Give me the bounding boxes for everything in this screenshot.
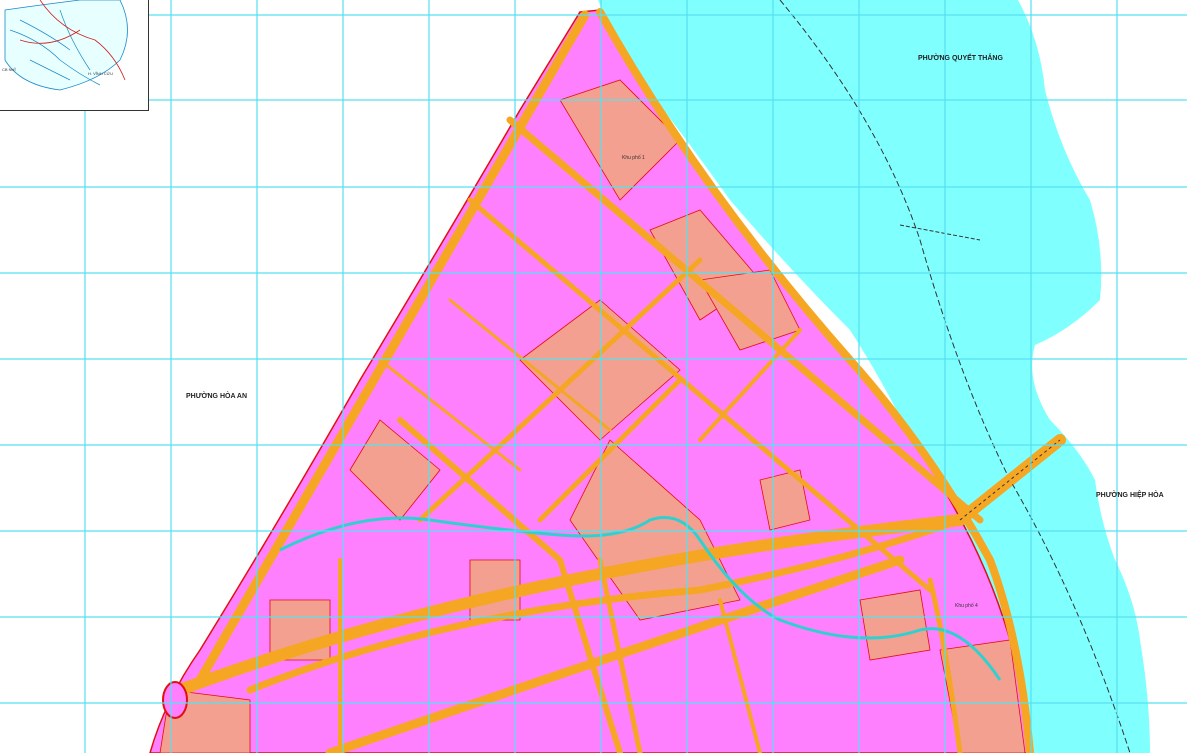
label-phuong-quyet-thang: PHƯỜNG QUYẾT THẮNG — [918, 55, 1003, 62]
land-use-map[interactable] — [0, 0, 1187, 753]
inset-locator-map: CB NHĨ H. VĨNH CỬU — [0, 0, 149, 111]
label-khu-pho-1: Khu phố 1 — [622, 155, 645, 161]
inset-label-right: H. VĨNH CỬU — [88, 71, 113, 76]
inset-label-left: CB NHĨ — [2, 67, 16, 72]
label-phuong-hiep-hoa: PHƯỜNG HIỆP HÒA — [1096, 492, 1164, 499]
label-phuong-hoa-an: PHƯỜNG HÒA AN — [186, 393, 248, 400]
label-khu-pho-4: Khu phố 4 — [955, 603, 978, 609]
roundabout — [162, 681, 188, 719]
